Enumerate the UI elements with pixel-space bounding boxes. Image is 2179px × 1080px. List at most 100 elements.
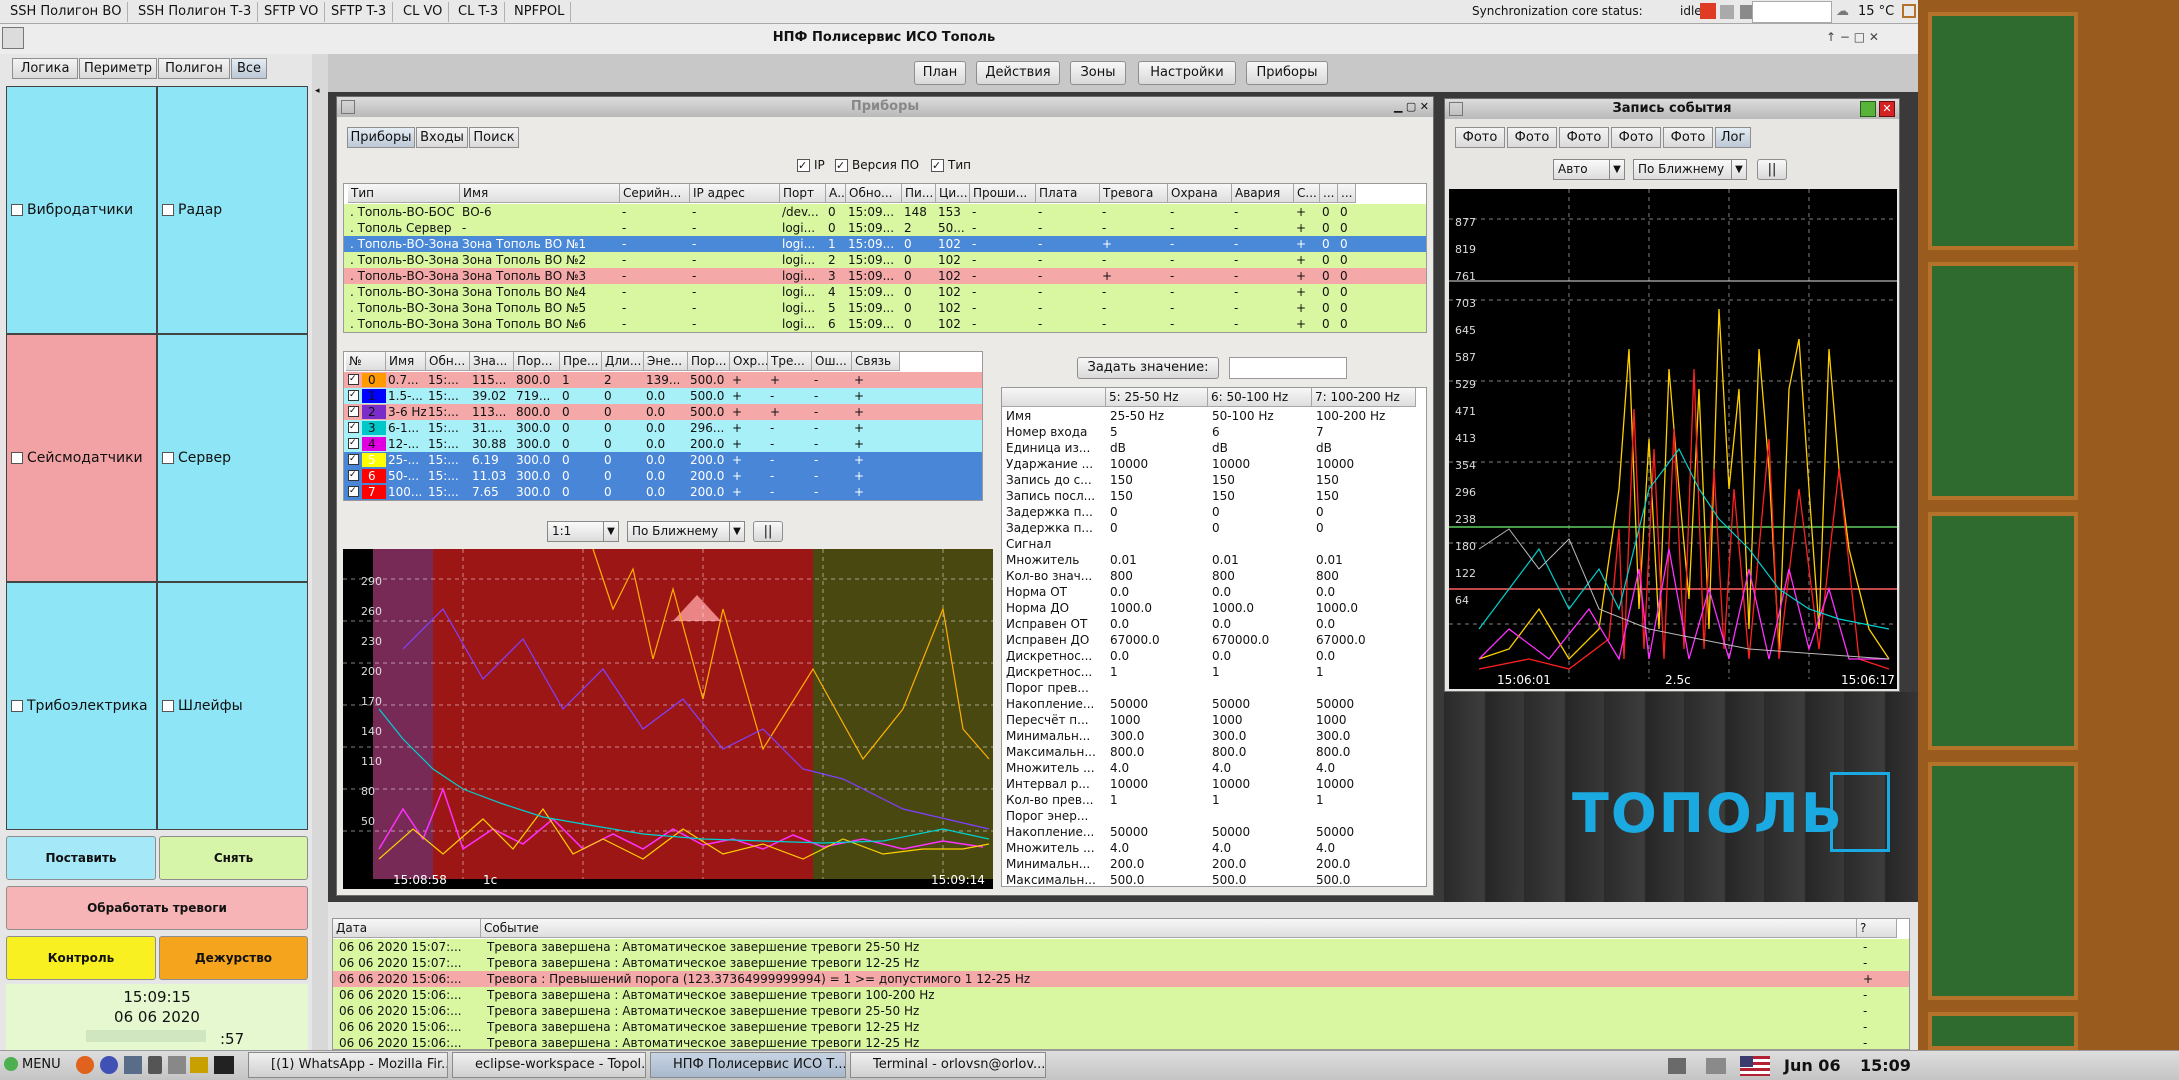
log-row[interactable]: 06 06 2020 15:06:... Тревога завершена : … (333, 1035, 1909, 1049)
devices-header-cell[interactable]: Тревога (1100, 184, 1168, 203)
property-row[interactable]: Минимальн... 200.0 200.0 200.0 (1002, 856, 1426, 872)
property-row[interactable]: Сигнал (1002, 536, 1426, 552)
channels-header-cell[interactable]: Тре... (768, 352, 812, 371)
splitter[interactable]: ◂ (312, 54, 328, 1050)
control-button[interactable]: Контроль (6, 936, 156, 980)
duty-button[interactable]: Дежурство (159, 936, 308, 980)
event-pause-button[interactable]: || (1757, 159, 1787, 180)
devices-header-cell[interactable]: Порт (780, 184, 826, 203)
property-row[interactable]: Интервал р... 10000 10000 10000 (1002, 776, 1426, 792)
tab-devices[interactable]: Приборы (347, 127, 415, 148)
zone-seismo[interactable]: Сейсмодатчики (6, 334, 157, 582)
channel-row[interactable]: ✓ 6 50-... 15:... 11.03 300.0 0 0 0.0 200.0 + - - + (344, 468, 982, 484)
channel-checkbox[interactable]: ✓ (348, 470, 359, 481)
log-row[interactable]: 06 06 2020 15:06:... Тревога завершена : … (333, 1003, 1909, 1019)
property-row[interactable]: Кол-во прев... 1 1 1 (1002, 792, 1426, 808)
property-row[interactable]: Задержка п... 0 0 0 (1002, 504, 1426, 520)
tray-field[interactable] (1752, 1, 1832, 23)
property-row[interactable]: Минимальн... 300.0 300.0 300.0 (1002, 728, 1426, 744)
set-value-input[interactable] (1229, 357, 1347, 379)
version-checkbox[interactable]: ✓ (835, 159, 848, 172)
firefox-icon[interactable] (76, 1056, 94, 1074)
props-header-cell[interactable] (1002, 388, 1106, 407)
log-row[interactable]: 06 06 2020 15:06:... Тревога : Превышений… (333, 971, 1909, 987)
task-npf[interactable]: НПФ Полисервис ИСО Т... (650, 1052, 846, 1078)
channel-row[interactable]: ✓ 1 1.5-... 15:... 39.02 719... 0 0 0.0 500.0 + - - + (344, 388, 982, 404)
tab-search[interactable]: Поиск (469, 127, 519, 148)
terminal-icon[interactable] (214, 1056, 234, 1074)
channel-row[interactable]: ✓ 5 25-... 15:... 6.19 300.0 0 0 0.0 200.0 + - - + (344, 452, 982, 468)
tab-polygon[interactable]: Полигон (158, 58, 230, 79)
property-row[interactable]: Порог прев... (1002, 680, 1426, 696)
actions-button[interactable]: Действия (976, 61, 1060, 85)
property-row[interactable]: Исправен ДО 67000.0 670000.0 67000.0 (1002, 632, 1426, 648)
tab-ssh-polygon-t3[interactable]: SSH Полигон Т-3 (132, 2, 259, 22)
devices-header-cell[interactable]: Пи... (902, 184, 936, 203)
property-row[interactable]: Множитель ... 4.0 4.0 4.0 (1002, 840, 1426, 856)
channel-checkbox[interactable]: ✓ (348, 390, 359, 401)
property-row[interactable]: Порог энер... (1002, 808, 1426, 824)
window-menu-icon[interactable] (341, 100, 355, 114)
tab-cl-vo[interactable]: CL VO (397, 2, 450, 22)
tab-sftp-t3[interactable]: SFTP T-3 (325, 2, 394, 22)
zone-loops[interactable]: Шлейфы (157, 582, 308, 830)
property-row[interactable]: Ударжание ... 10000 10000 10000 (1002, 456, 1426, 472)
devices-header-cell[interactable]: ... (1338, 184, 1356, 203)
devices-header-cell[interactable]: IP адрес (690, 184, 780, 203)
property-row[interactable]: Максимальн... 800.0 800.0 800.0 (1002, 744, 1426, 760)
event-close-button[interactable]: ✕ (1879, 101, 1895, 117)
table-row[interactable]: . Тополь-ВО-Зона Зона Тополь ВО №4 - - logi.… (344, 284, 1426, 300)
channel-row[interactable]: ✓ 2 3-6 Hz 15:... 113... 800.0 0 0 0.0 500.0 + + - + (344, 404, 982, 420)
channel-checkbox[interactable]: ✓ (348, 438, 359, 449)
keyboard-layout-flag-icon[interactable] (1740, 1056, 1770, 1076)
tab-logic[interactable]: Логика (12, 58, 78, 79)
tab-photo-1[interactable]: Фото (1455, 127, 1505, 148)
type-checkbox[interactable]: ✓ (931, 159, 944, 172)
table-row[interactable]: . Тополь-ВО-Зона Зона Тополь ВО №1 - - logi.… (344, 236, 1426, 252)
table-row[interactable]: . Тополь-ВО-Зона Зона Тополь ВО №6 - - logi.… (344, 316, 1426, 332)
channels-header-cell[interactable]: Обн... (426, 352, 470, 371)
zone-checkbox[interactable] (162, 204, 174, 216)
channels-header-cell[interactable]: № (346, 352, 386, 371)
menu-icon[interactable] (4, 1057, 18, 1071)
browser-icon[interactable] (100, 1056, 118, 1074)
log-row[interactable]: 06 06 2020 15:07:... Тревога завершена : … (333, 939, 1909, 955)
property-row[interactable]: Номер входа 5 6 7 (1002, 424, 1426, 440)
devices-header-cell[interactable]: Обно... (846, 184, 902, 203)
tab-all[interactable]: Все (231, 58, 267, 79)
plan-button[interactable]: План (914, 61, 966, 85)
property-row[interactable]: Запись до с... 150 150 150 (1002, 472, 1426, 488)
props-header-cell[interactable]: 7: 100-200 Hz (1312, 388, 1416, 407)
process-alarms-button[interactable]: Обработать тревоги (6, 886, 308, 930)
devices-header-cell[interactable]: Проши... (970, 184, 1036, 203)
channel-checkbox[interactable]: ✓ (348, 486, 359, 497)
zone-radar[interactable]: Радар (157, 86, 308, 334)
folder-icon[interactable] (190, 1057, 208, 1073)
channel-row[interactable]: ✓ 3 6-1... 15:... 31.... 300.0 0 0 0.0 296... + - - + (344, 420, 982, 436)
task-eclipse[interactable]: eclipse-workspace - Topol... (452, 1052, 646, 1078)
tab-photo-2[interactable]: Фото (1507, 127, 1557, 148)
log-header-cell[interactable]: Событие (481, 919, 1857, 938)
property-row[interactable]: Единица из... dB dB dB (1002, 440, 1426, 456)
devices-button[interactable]: Приборы (1246, 61, 1328, 85)
props-header-cell[interactable]: 6: 50-100 Hz (1208, 388, 1312, 407)
channel-row[interactable]: ✓ 0 0.7... 15:... 115... 800.0 1 2 139... 500.0 + +… (344, 372, 982, 388)
channels-header-cell[interactable]: Связь (852, 352, 900, 371)
zones-button[interactable]: Зоны (1070, 61, 1126, 85)
property-row[interactable]: Имя 25-50 Hz 50-100 Hz 100-200 Hz (1002, 408, 1426, 424)
devices-header-cell[interactable]: А... (826, 184, 846, 203)
devices-header-cell[interactable]: Охрана (1168, 184, 1232, 203)
tab-photo-3[interactable]: Фото (1559, 127, 1609, 148)
table-row[interactable]: . Тополь-ВО-Зона Зона Тополь ВО №2 - - logi.… (344, 252, 1426, 268)
zone-checkbox[interactable] (11, 204, 23, 216)
log-header-cell[interactable]: Дата (333, 919, 481, 938)
channel-checkbox[interactable]: ✓ (348, 454, 359, 465)
tab-photo-4[interactable]: Фото (1611, 127, 1661, 148)
set-value-button[interactable]: Задать значение: (1077, 357, 1219, 379)
devices-header-cell[interactable]: Имя (460, 184, 620, 203)
settings-button[interactable]: Настройки (1138, 61, 1236, 85)
zone-vibro[interactable]: Вибродатчики (6, 86, 157, 334)
channels-header-cell[interactable]: Эне... (644, 352, 688, 371)
devices-header-cell[interactable]: Тип (348, 184, 460, 203)
event-maximize-button[interactable] (1860, 101, 1876, 117)
